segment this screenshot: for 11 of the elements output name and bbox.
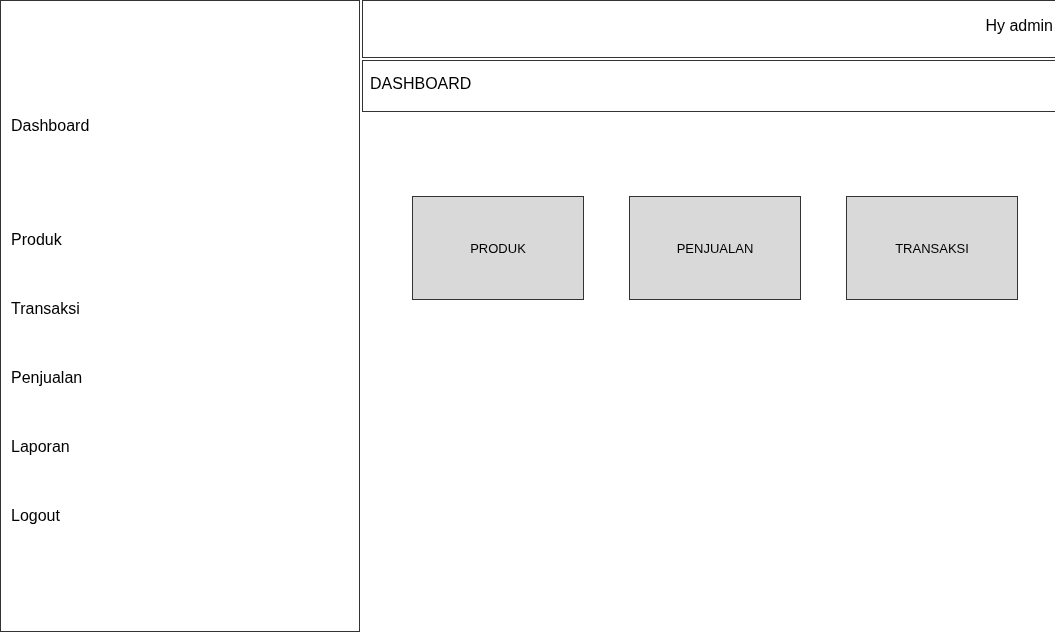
greeting-text: Hy admin: [985, 17, 1053, 35]
sidebar-item[interactable]: Penjualan: [1, 368, 359, 388]
sidebar-item[interactable]: Dashboard: [1, 116, 359, 136]
menu-card[interactable]: TRANSAKSI: [846, 196, 1018, 300]
menu-card[interactable]: PENJUALAN: [629, 196, 801, 300]
sidebar-item[interactable]: Logout: [1, 506, 359, 526]
sidebar-item[interactable]: Laporan: [1, 437, 359, 457]
sidebar-item[interactable]: Produk: [1, 230, 359, 250]
sidebar-item[interactable]: Transaksi: [1, 299, 359, 319]
page-title: DASHBOARD: [370, 75, 472, 93]
menu-card[interactable]: PRODUK: [412, 196, 584, 300]
